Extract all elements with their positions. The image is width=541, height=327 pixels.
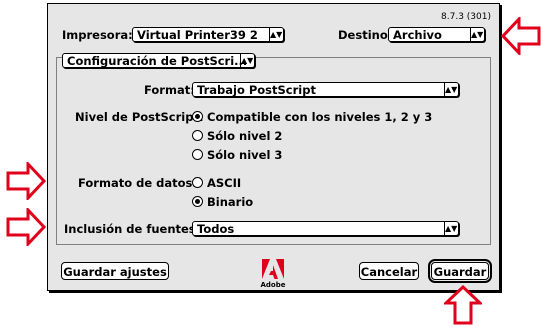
arrow-left-icon [501, 17, 541, 55]
data-format-option-label: ASCII [207, 176, 242, 190]
data-format-option-label: Binario [207, 195, 254, 209]
format-select[interactable]: Trabajo PostScript ▲▼ [192, 82, 459, 97]
data-format-option-binary[interactable]: Binario [192, 195, 253, 209]
ps-level-option-compatible[interactable]: Compatible con los niveles 1, 2 y 3 [192, 110, 432, 124]
up-down-arrows-icon: ▲▼ [470, 28, 484, 41]
arrow-right-icon [6, 208, 46, 246]
printer-select-value: Virtual Printer39 2 [137, 28, 258, 42]
adobe-logo-text: Adobe [260, 281, 286, 289]
format-label: Format: [144, 83, 195, 97]
destination-select-value: Archivo [393, 28, 442, 42]
print-dialog: 8.7.3 (301) Impresora: Virtual Printer39… [47, 3, 500, 291]
up-down-arrows-icon: ▲▼ [444, 83, 458, 96]
destination-select[interactable]: Archivo ▲▼ [388, 27, 485, 42]
up-down-arrows-icon: ▲▼ [240, 54, 254, 67]
arrow-right-icon [6, 162, 46, 200]
data-format-label: Formato de datos: [78, 176, 197, 190]
ps-level-option-level2[interactable]: Sólo nivel 2 [192, 129, 282, 143]
data-format-option-ascii[interactable]: ASCII [192, 176, 241, 190]
format-select-value: Trabajo PostScript [197, 83, 316, 97]
ps-level-label: Nivel de PostScript: [75, 110, 204, 124]
font-inclusion-label: Inclusión de fuentes: [64, 222, 201, 236]
radio-selected-icon [192, 111, 203, 122]
adobe-logo-icon [262, 259, 284, 279]
arrow-up-icon [444, 285, 482, 325]
radio-icon [192, 149, 203, 160]
ps-level-option-label: Sólo nivel 3 [207, 148, 283, 162]
ps-level-option-label: Sólo nivel 2 [207, 129, 283, 143]
radio-icon [192, 130, 203, 141]
panel-select[interactable]: Configuración de PostScri... ▲▼ [62, 53, 255, 68]
cancel-button[interactable]: Cancelar [359, 262, 419, 280]
printer-select[interactable]: Virtual Printer39 2 ▲▼ [132, 27, 284, 42]
save-settings-button[interactable]: Guardar ajustes [61, 262, 169, 280]
ps-level-option-label: Compatible con los niveles 1, 2 y 3 [207, 110, 433, 124]
panel-select-value: Configuración de PostScri... [67, 54, 248, 68]
ps-level-option-level3[interactable]: Sólo nivel 3 [192, 148, 282, 162]
printer-label: Impresora: [62, 28, 133, 42]
radio-selected-icon [192, 196, 203, 207]
destination-label: Destino: [338, 28, 393, 42]
up-down-arrows-icon: ▲▼ [269, 28, 283, 41]
font-inclusion-select-value: Todos [197, 222, 235, 236]
radio-icon [192, 177, 203, 188]
save-button[interactable]: Guardar [428, 259, 492, 283]
up-down-arrows-icon: ▲▼ [444, 222, 458, 235]
adobe-logo: Adobe [260, 259, 286, 289]
version-label: 8.7.3 (301) [441, 12, 491, 22]
font-inclusion-select[interactable]: Todos ▲▼ [192, 221, 459, 236]
